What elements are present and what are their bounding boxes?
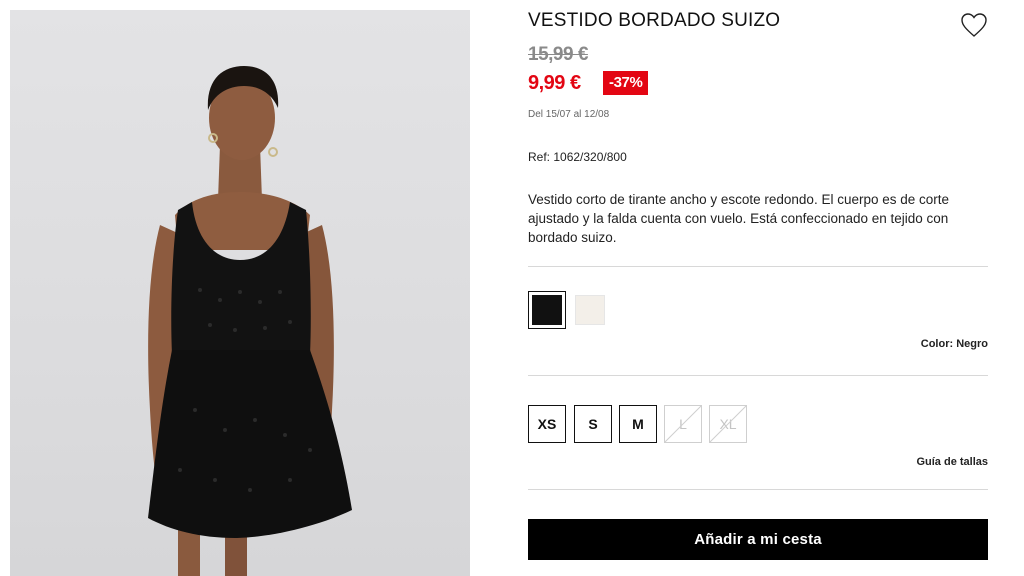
unavailable-slash (665, 406, 701, 442)
size-label: M (632, 416, 644, 432)
size-m[interactable]: M (619, 405, 657, 443)
size-xs[interactable]: XS (528, 405, 566, 443)
size-label: XS (537, 416, 557, 432)
heart-icon[interactable] (960, 12, 988, 38)
product-description: Vestido corto de tirante ancho y escote … (528, 192, 950, 245)
model-illustration (148, 66, 352, 576)
selected-color-label: Color: Negro (920, 338, 988, 350)
divider (528, 375, 988, 376)
divider (528, 489, 988, 490)
swatch-fill (532, 295, 562, 325)
add-to-cart-button[interactable]: Añadir a mi cesta (528, 519, 988, 560)
size-guide-link[interactable]: Guía de tallas (916, 456, 988, 468)
sale-price: 9,99 € (528, 72, 581, 94)
color-swatch-black[interactable] (528, 291, 566, 329)
divider (528, 266, 988, 267)
color-swatch-cream[interactable] (575, 295, 605, 325)
unavailable-slash (710, 406, 746, 442)
size-l-unavailable[interactable]: L (664, 405, 702, 443)
discount-badge: -37% (603, 71, 649, 95)
size-xl-unavailable[interactable]: XL (709, 405, 747, 443)
promo-period: Del 15/07 al 12/08 (528, 109, 610, 120)
swatch-fill (576, 296, 604, 324)
size-s[interactable]: S (574, 405, 612, 443)
product-reference: Ref: 1062/320/800 (528, 150, 627, 164)
original-price: 15,99 € (528, 44, 588, 65)
product-title: VESTIDO BORDADO SUIZO (528, 10, 781, 31)
product-image[interactable] (10, 10, 470, 576)
size-label: S (588, 416, 598, 432)
earring-right (268, 147, 278, 157)
